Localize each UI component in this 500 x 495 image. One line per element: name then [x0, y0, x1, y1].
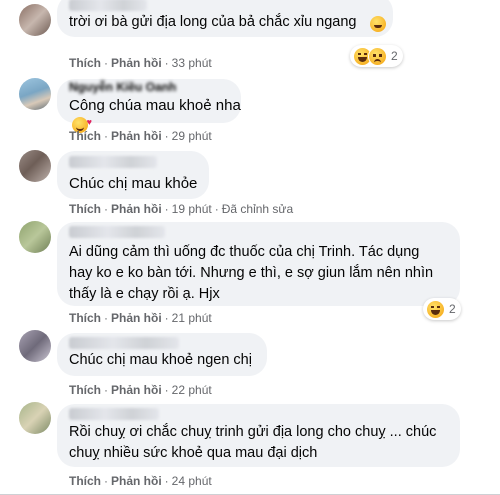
timestamp[interactable]: 33 phút — [172, 56, 212, 70]
timestamp[interactable]: 21 phút — [172, 311, 212, 325]
author-name[interactable]: Nguyễn Kiều Oanh — [69, 80, 176, 94]
comment-bubble: Rồi chuỵ ơi chắc chuỵ trinh gửi địa long… — [57, 404, 460, 467]
comment-text: Chúc chị mau khoẻ ngen chị — [69, 352, 252, 368]
comment-text: trời ơi bà gửi địa long của bả chắc xỉu … — [69, 14, 357, 30]
comment-text: Chúc chị mau khỏe — [69, 175, 198, 192]
separator-dot: · — [164, 311, 169, 325]
reaction-count: 2 — [449, 302, 456, 316]
comment-actions: Thích · Phản hồi · 24 phút — [69, 474, 212, 488]
separator-dot: · — [164, 474, 169, 488]
like-button[interactable]: Thích — [69, 474, 101, 488]
reactions-badge[interactable]: 2 — [350, 45, 403, 67]
comment-bubble: Chúc chị mau khoẻ ngen chị — [57, 333, 267, 376]
sad-icon — [368, 46, 387, 66]
comment-bubble: trời ơi bà gửi địa long của bả chắc xỉu … — [57, 0, 393, 37]
comment-actions: Thích · Phản hồi · 19 phút · Đã chỉnh sửa — [69, 202, 293, 216]
separator-dot: · — [164, 129, 169, 143]
avatar[interactable] — [19, 4, 51, 36]
reply-button[interactable]: Phản hồi — [111, 311, 162, 325]
comment-bubble: Nguyễn Kiều Oanh Công chúa mau khoẻ nha — [57, 79, 241, 133]
reply-button[interactable]: Phản hồi — [111, 383, 162, 397]
timestamp[interactable]: 19 phút — [172, 202, 212, 216]
separator-dot: · — [104, 311, 108, 325]
separator-dot: · — [104, 474, 108, 488]
separator-dot: · — [164, 202, 169, 216]
avatar[interactable] — [19, 402, 51, 434]
separator-dot: · — [214, 202, 219, 216]
like-button[interactable]: Thích — [69, 56, 101, 70]
timestamp[interactable]: 24 phút — [172, 474, 212, 488]
comment-text: Rồi chuỵ ơi chắc chuỵ trinh gửi địa long… — [69, 424, 437, 461]
author-name[interactable] — [69, 156, 157, 168]
author-name[interactable] — [69, 0, 147, 11]
comment-bubble: Chúc chị mau khỏe — [57, 151, 209, 199]
comment-actions: Thích · Phản hồi · 22 phút — [69, 383, 212, 397]
comment-bubble: Ai dũng cảm thì uống đc thuốc của chị Tr… — [57, 222, 460, 306]
reply-button[interactable]: Phản hồi — [111, 474, 162, 488]
edited-label[interactable]: Đã chỉnh sửa — [222, 202, 293, 216]
timestamp[interactable]: 22 phút — [172, 383, 212, 397]
separator-dot: · — [104, 129, 108, 143]
sweat-smile-icon — [370, 16, 386, 32]
like-button[interactable]: Thích — [69, 383, 101, 397]
reaction-count: 2 — [391, 49, 398, 63]
reactions-badge[interactable]: 2 — [423, 298, 461, 320]
avatar[interactable] — [19, 221, 51, 253]
comment-text: Ai dũng cảm thì uống đc thuốc của chị Tr… — [69, 244, 434, 302]
timestamp[interactable]: 29 phút — [172, 129, 212, 143]
avatar[interactable] — [19, 150, 51, 182]
separator-dot: · — [104, 202, 108, 216]
separator-dot: · — [104, 383, 108, 397]
reply-button[interactable]: Phản hồi — [111, 202, 162, 216]
like-button[interactable]: Thích — [69, 129, 101, 143]
comment-actions: Thích · Phản hồi · 21 phút — [69, 311, 212, 325]
author-name[interactable] — [69, 408, 159, 420]
laugh-icon — [426, 299, 445, 319]
like-button[interactable]: Thích — [69, 311, 101, 325]
comment-actions: Thích · Phản hồi · 33 phút — [69, 56, 212, 70]
separator-dot: · — [104, 56, 108, 70]
comment-actions: Thích · Phản hồi · 29 phút — [69, 129, 212, 143]
separator-dot: · — [164, 56, 169, 70]
like-button[interactable]: Thích — [69, 202, 101, 216]
avatar[interactable] — [19, 78, 51, 110]
reply-button[interactable]: Phản hồi — [111, 56, 162, 70]
avatar[interactable] — [19, 330, 51, 362]
reply-button[interactable]: Phản hồi — [111, 129, 162, 143]
separator-dot: · — [164, 383, 169, 397]
author-name[interactable] — [69, 226, 165, 238]
author-name[interactable] — [69, 337, 179, 349]
